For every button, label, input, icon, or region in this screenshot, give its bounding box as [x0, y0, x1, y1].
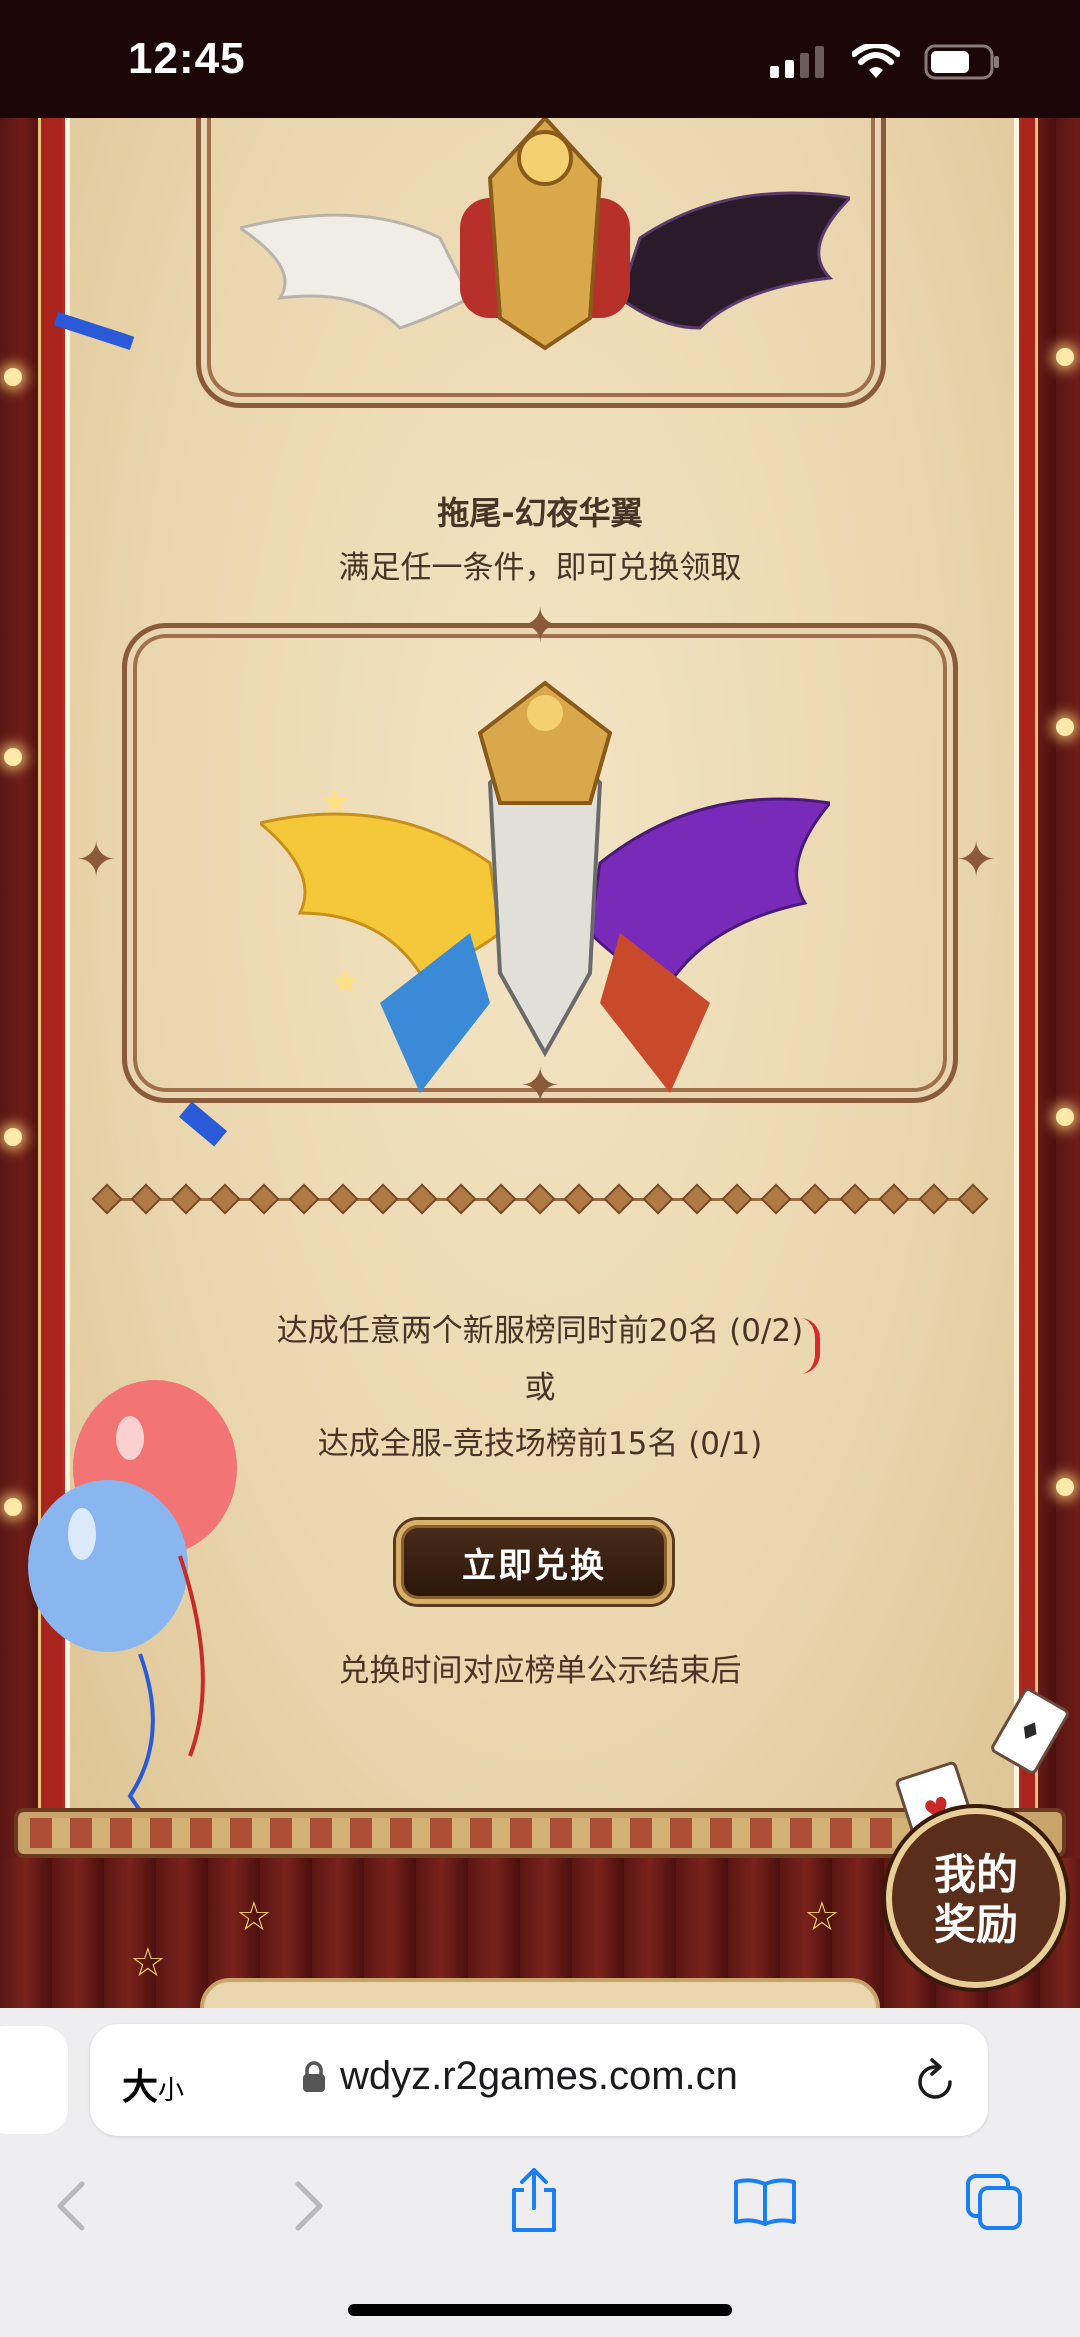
condition-new-server-rank: 达成任意两个新服榜同时前20名 (0/2)	[276, 1313, 804, 1349]
hanging-star-icon: ☆	[130, 1940, 166, 1986]
lower-stage	[200, 1978, 880, 2008]
light-bulb	[1056, 718, 1074, 736]
item-title: 拖尾-幻夜华翼	[437, 494, 643, 532]
light-bulb	[4, 748, 22, 766]
address-bar[interactable]: 大小 wdyz.r2games.com.cn	[90, 2024, 988, 2136]
text-size-large: 大	[122, 2067, 159, 2108]
my-rewards-label-2: 奖励	[933, 1900, 1018, 1949]
light-bulb	[4, 368, 22, 386]
battery-icon	[924, 44, 999, 80]
tabs-icon[interactable]	[964, 2172, 1024, 2232]
light-bulb	[1056, 348, 1074, 366]
home-indicator	[348, 2304, 732, 2316]
text-size-button[interactable]: 大小	[122, 2058, 184, 2110]
previous-tab-preview[interactable]	[0, 2026, 68, 2134]
hanging-star-icon: ☆	[236, 1894, 272, 1940]
stage-rail-pattern	[30, 1818, 1030, 1848]
frame-ornament-icon: ✦	[520, 598, 561, 654]
hanging-star-icon: ☆	[804, 1894, 840, 1940]
wifi-icon	[852, 44, 900, 78]
status-time: 12:45	[128, 34, 246, 83]
svg-text:★: ★	[330, 962, 360, 1002]
frame-ornament-icon: ✦	[956, 832, 997, 888]
redeem-area: ★ ★	[0, 118, 1080, 1577]
share-icon[interactable]	[506, 2166, 562, 2234]
forward-icon[interactable]	[288, 2178, 328, 2234]
url-display[interactable]: wdyz.r2games.com.cn	[302, 2054, 738, 2099]
cellular-signal-icon	[770, 46, 824, 78]
light-bulb	[1056, 1108, 1074, 1126]
phantom-night-wings-image: ★ ★	[260, 680, 830, 1093]
url-text: wdyz.r2games.com.cn	[340, 2054, 738, 2098]
back-icon[interactable]	[52, 2178, 92, 2234]
bookmarks-icon[interactable]	[732, 2176, 798, 2228]
text-size-small: 小	[158, 2076, 185, 2106]
event-page: 拖尾-幻夜华翼 满足任一条件，即可兑换领取 ✦ ✦ ✦ ✦ ★ ★ 达成任意两个…	[0, 118, 1080, 2008]
lock-icon	[303, 2060, 325, 2092]
my-rewards-label-1: 我的	[933, 1850, 1018, 1899]
status-bar: 12:45	[0, 0, 1080, 118]
item-condition-note: 满足任一条件，即可兑换领取	[338, 550, 742, 586]
status-icons	[770, 44, 1000, 80]
browser-toolbar: 大小 wdyz.r2games.com.cn	[0, 2008, 1080, 2337]
svg-text:★: ★	[320, 782, 350, 822]
my-rewards-button[interactable]: 我的 奖励	[886, 1808, 1066, 1988]
reload-icon[interactable]	[914, 2054, 958, 2104]
frame-ornament-icon: ✦	[76, 832, 117, 888]
white-black-wings-image	[240, 118, 850, 351]
redeem-now-button[interactable]: 立即兑换	[396, 1520, 672, 1604]
browser-nav-row	[0, 2158, 1080, 2248]
light-bulb	[4, 1128, 22, 1146]
diamond-divider	[91, 1183, 989, 1215]
light-bulb	[1056, 1478, 1074, 1496]
